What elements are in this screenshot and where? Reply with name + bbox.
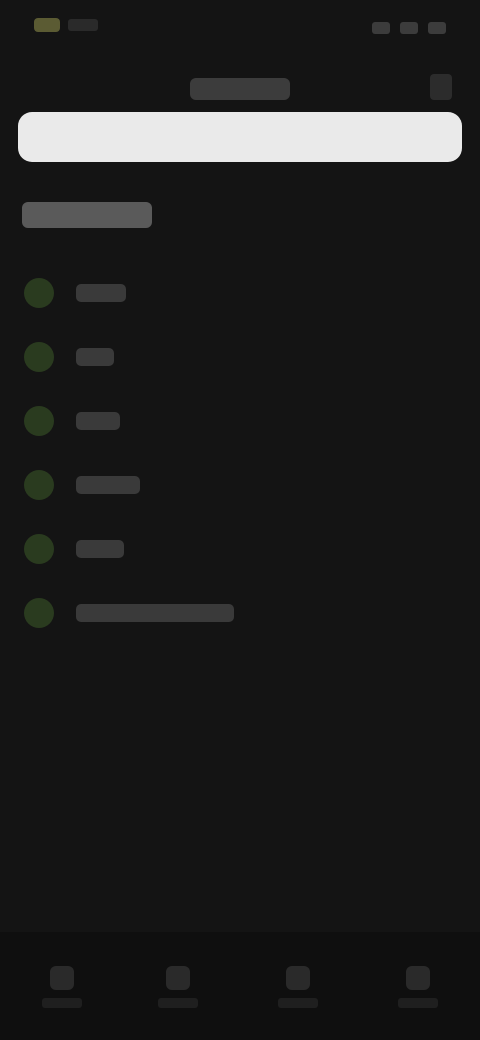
- nav-label: [158, 998, 198, 1008]
- nav-item[interactable]: [146, 956, 210, 1016]
- nav-label: [398, 998, 438, 1008]
- nav-label: [42, 998, 82, 1008]
- item-icon: [24, 406, 54, 436]
- list-item-label: [76, 284, 126, 302]
- nav-icon: [166, 966, 190, 990]
- page-title: [190, 78, 290, 100]
- battery-icon: [428, 22, 446, 34]
- status-bar: [0, 0, 480, 64]
- item-icon: [24, 278, 54, 308]
- section-title: [22, 202, 152, 228]
- search-input[interactable]: [18, 112, 462, 162]
- list-item[interactable]: [0, 580, 480, 644]
- list-item[interactable]: [0, 260, 480, 324]
- nav-icon: [286, 966, 310, 990]
- nav-item[interactable]: [30, 956, 94, 1016]
- status-left: [34, 18, 98, 32]
- nav-icon: [406, 966, 430, 990]
- status-small: [68, 19, 98, 31]
- nav-icon: [50, 966, 74, 990]
- header: [0, 68, 480, 112]
- list-item-label: [76, 604, 234, 622]
- list-item[interactable]: [0, 388, 480, 452]
- status-time: [34, 18, 60, 32]
- list-item-label: [76, 412, 120, 430]
- wifi-icon: [400, 22, 418, 34]
- list-item-label: [76, 540, 124, 558]
- list-item-label: [76, 348, 114, 366]
- list-item[interactable]: [0, 516, 480, 580]
- list-item-label: [76, 476, 140, 494]
- nav-label: [278, 998, 318, 1008]
- more-icon[interactable]: [430, 74, 452, 100]
- list-item[interactable]: [0, 324, 480, 388]
- list-item[interactable]: [0, 452, 480, 516]
- item-icon: [24, 534, 54, 564]
- nav-item[interactable]: [386, 956, 450, 1016]
- item-icon: [24, 470, 54, 500]
- signal-icon: [372, 22, 390, 34]
- list: [0, 260, 480, 644]
- status-right: [372, 22, 446, 34]
- nav-item[interactable]: [266, 956, 330, 1016]
- item-icon: [24, 342, 54, 372]
- bottom-nav: [0, 932, 480, 1040]
- item-icon: [24, 598, 54, 628]
